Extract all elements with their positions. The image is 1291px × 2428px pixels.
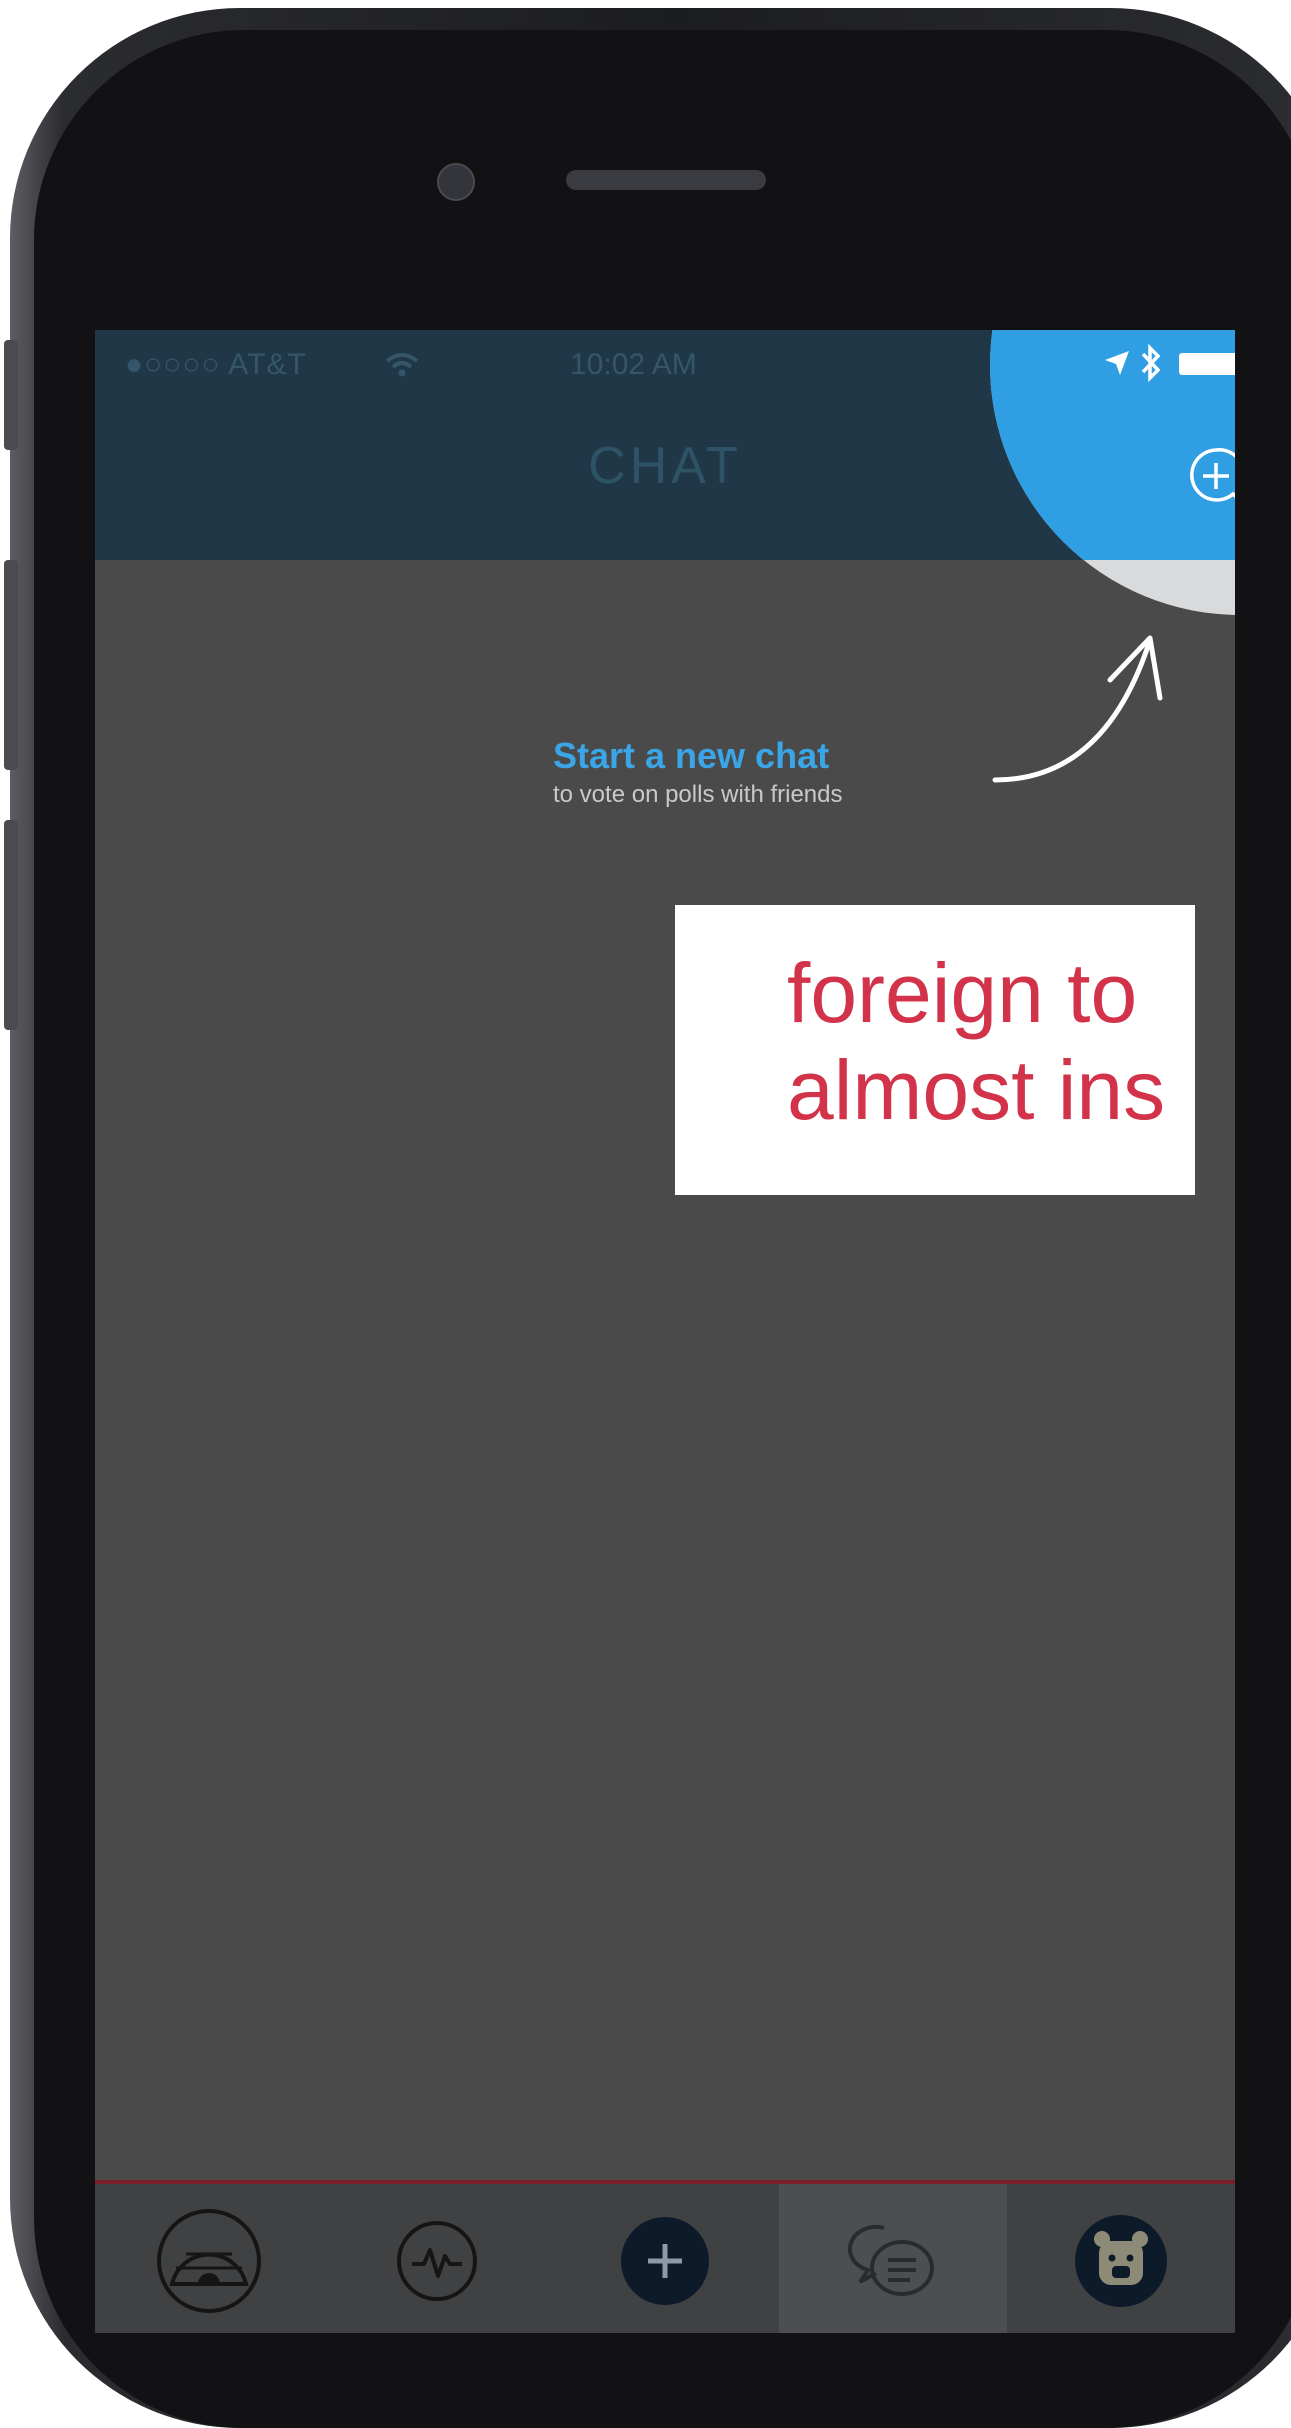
igloo-icon	[157, 2209, 261, 2313]
tab-home[interactable]	[95, 2184, 323, 2333]
tab-profile[interactable]	[1007, 2184, 1235, 2333]
tab-bar	[95, 2180, 1235, 2333]
caption-line-2: almost ins	[787, 1042, 1166, 1137]
tab-create[interactable]	[551, 2184, 779, 2333]
caption-card: foreign to almost ins	[675, 905, 1195, 1195]
spotlight-highlight	[990, 330, 1235, 615]
bluetooth-icon	[1141, 343, 1161, 383]
caption-text: foreign to almost ins	[787, 945, 1165, 1138]
coach-mark-title: Start a new chat	[553, 735, 830, 776]
volume-up-button	[4, 560, 18, 770]
chat-bubbles-icon	[847, 2224, 934, 2296]
caption-line-1: foreign to	[787, 946, 1138, 1040]
battery-icon	[1179, 353, 1235, 375]
tab-activity[interactable]	[323, 2184, 551, 2333]
coach-mark-subtitle: to vote on polls with friends	[553, 781, 843, 808]
mute-switch	[4, 340, 18, 450]
coach-mark: Start a new chat to vote on polls with f…	[553, 735, 843, 809]
bear-avatar-icon	[1075, 2215, 1167, 2307]
status-time: 10:02 AM	[570, 348, 697, 381]
tab-chat[interactable]	[779, 2184, 1007, 2333]
app-screen: ●○○○○ AT&T 10:02 AM CHAT Start a new cha…	[95, 330, 1235, 2333]
curved-arrow-icon	[992, 635, 1163, 783]
location-arrow-icon	[1105, 351, 1129, 375]
plus-icon	[621, 2217, 709, 2305]
front-camera	[437, 163, 475, 201]
earpiece-speaker	[566, 170, 766, 190]
new-chat-button[interactable]	[1185, 445, 1235, 507]
activity-icon	[397, 2221, 477, 2301]
volume-down-button	[4, 820, 18, 1030]
wifi-icon	[385, 353, 419, 377]
carrier-label: ●○○○○ AT&T	[125, 348, 307, 381]
